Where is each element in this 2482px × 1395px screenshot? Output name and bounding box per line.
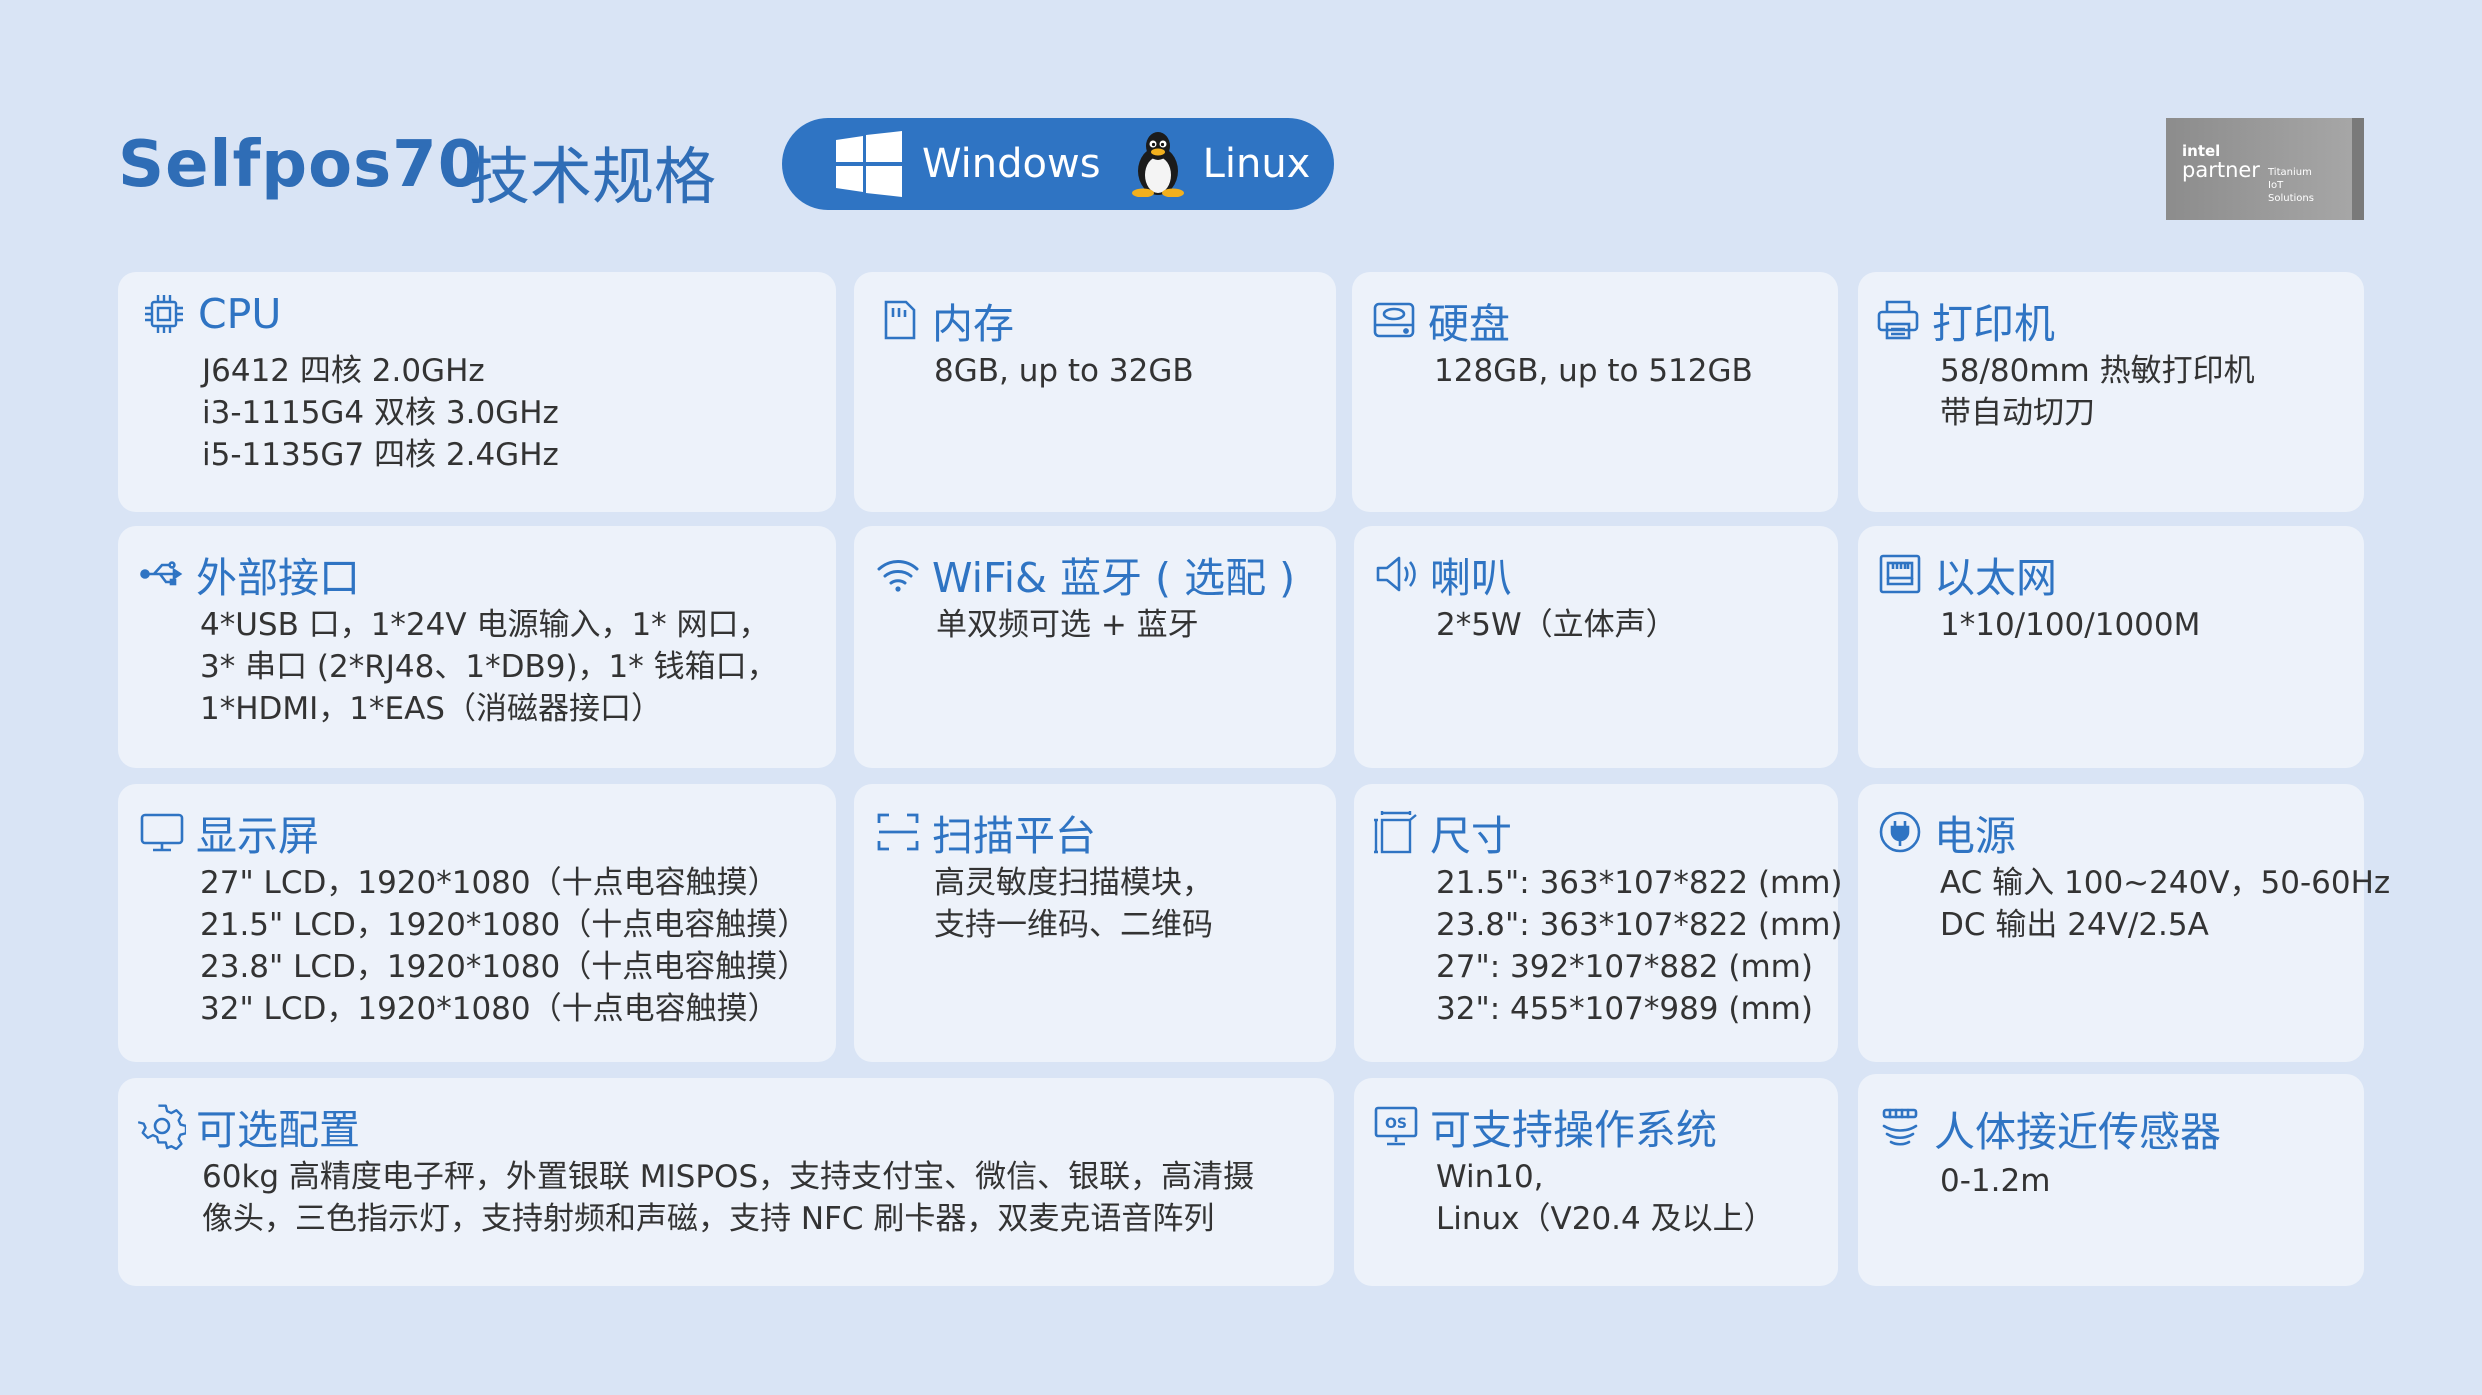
windows-logo-icon <box>836 131 902 197</box>
badge-partner-text: partner <box>2182 158 2260 182</box>
spec-values: 58/80mm 热敏打印机 带自动切刀 <box>1940 353 2255 431</box>
spec-label: 尺寸 <box>1430 812 1512 860</box>
spec-label: 喇叭 <box>1430 554 1512 602</box>
spec-label: 以太网 <box>1934 554 2057 602</box>
os-icon: OS <box>1374 1106 1418 1146</box>
spec-card-memory: 内存 8GB, up to 32GB <box>854 272 1336 512</box>
spec-card-hard-disk: 硬盘 128GB, up to 512GB <box>1352 272 1838 512</box>
linux-label: Linux <box>1202 141 1311 187</box>
badge-edge <box>2352 118 2364 220</box>
linux-tux-icon <box>1131 132 1184 197</box>
printer-icon <box>1877 300 1919 340</box>
monitor-icon <box>140 813 184 852</box>
wifi-icon <box>877 560 919 592</box>
cpu-icon <box>145 295 183 333</box>
svg-text:OS: OS <box>1385 1116 1407 1132</box>
spec-values: 27" LCD，1920*1080（十点电容触摸） 21.5" LCD，1920*… <box>200 865 809 1027</box>
spec-card-ports: 外部接口 4*USB 口，1*24V 电源输入，1* 网口， 3* 串口 (2*R… <box>118 526 836 768</box>
spec-card-options: 可选配置 60kg 高精度电子秤，外置银联 MISPOS，支持支付宝、微信、银联… <box>118 1078 1334 1286</box>
spec-label: 硬盘 <box>1428 300 1510 348</box>
spec-values: 0-1.2m <box>1940 1163 2051 1199</box>
spec-values: 4*USB 口，1*24V 电源输入，1* 网口， 3* 串口 (2*RJ48、1… <box>200 607 778 727</box>
spec-values: 高灵敏度扫描模块， 支持一维码、二维码 <box>934 865 1213 943</box>
usb-icon <box>140 561 183 586</box>
spec-label: 内存 <box>932 300 1014 348</box>
spec-label: 人体接近传感器 <box>1934 1108 2221 1156</box>
windows-label: Windows <box>922 141 1101 187</box>
spec-label: 外部接口 <box>196 554 360 602</box>
page-title: 技术规格 <box>468 140 717 213</box>
scan-icon <box>877 813 919 851</box>
memory-card-icon <box>884 300 916 340</box>
spec-values: 60kg 高精度电子秤，外置银联 MISPOS，支持支付宝、微信、银联，高清摄像… <box>202 1159 1255 1237</box>
spec-values: 1*10/100/1000M <box>1940 607 2201 643</box>
dimensions-icon <box>1374 811 1417 854</box>
power-plug-icon <box>1879 811 1921 853</box>
hard-disk-icon <box>1373 302 1415 338</box>
spec-card-scanner: 扫描平台 高灵敏度扫描模块， 支持一维码、二维码 <box>854 784 1336 1062</box>
spec-label: 扫描平台 <box>932 812 1096 860</box>
spec-values: AC 输入 100~240V，50-60Hz DC 输出 24V/2.5A <box>1940 865 2391 943</box>
spec-values: Win10, Linux（V20.4 及以上） <box>1436 1159 1775 1237</box>
badge-subtitle: Titanium IoT Solutions <box>2268 167 2314 204</box>
spec-values: 8GB, up to 32GB <box>934 353 1194 389</box>
product-model: Selfpos70 <box>118 128 484 202</box>
spec-card-power: 电源 AC 输入 100~240V，50-60Hz DC 输出 24V/2.5A <box>1858 784 2390 1062</box>
spec-label: CPU <box>198 290 282 338</box>
spec-label: 可支持操作系统 <box>1430 1106 1717 1154</box>
spec-values: J6412 四核 2.0GHz i3-1115G4 双核 3.0GHz i5-113… <box>202 353 559 473</box>
spec-card-proximity-sensor: 人体接近传感器 0-1.2m <box>1858 1074 2364 1286</box>
os-support-pill: Windows Linux <box>782 118 1334 210</box>
spec-values: 2*5W（立体声） <box>1436 607 1677 643</box>
proximity-sensor-icon <box>1882 1108 1918 1146</box>
spec-card-printer: 打印机 58/80mm 热敏打印机 带自动切刀 <box>1858 272 2364 512</box>
spec-label: 电源 <box>1934 812 2016 860</box>
spec-card-speaker: 喇叭 2*5W（立体声） <box>1354 526 1838 768</box>
spec-card-os: OS 可支持操作系统 Win10, Linux（V20.4 及以上） <box>1354 1078 1838 1286</box>
spec-card-ethernet: 以太网 1*10/100/1000M <box>1858 526 2364 768</box>
spec-values: 128GB, up to 512GB <box>1434 353 1753 389</box>
spec-label: 可选配置 <box>196 1106 360 1154</box>
ethernet-icon <box>1879 554 1921 594</box>
spec-card-dimensions: 尺寸 21.5": 363*107*822 (mm) 23.8": 363*107… <box>1354 784 1843 1062</box>
spec-card-display: 显示屏 27" LCD，1920*1080（十点电容触摸） 21.5" LCD，1… <box>118 784 836 1062</box>
speaker-icon <box>1376 556 1416 592</box>
spec-values: 21.5": 363*107*822 (mm) 23.8": 363*107*82… <box>1436 865 1843 1027</box>
spec-values: 单双频可选 + 蓝牙 <box>936 607 1199 643</box>
gear-icon <box>138 1104 186 1150</box>
spec-card-wifi-bluetooth: WiFi& 蓝牙 ( 选配 ) 单双频可选 + 蓝牙 <box>854 526 1336 768</box>
spec-label: 显示屏 <box>196 812 319 860</box>
intel-partner-badge: intel partner Titanium IoT Solutions <box>2166 118 2364 220</box>
spec-label: WiFi& 蓝牙 ( 选配 ) <box>932 554 1296 602</box>
spec-card-cpu: CPU J6412 四核 2.0GHz i3-1115G4 双核 3.0GHz i5… <box>118 272 836 512</box>
spec-label: 打印机 <box>1932 300 2055 348</box>
